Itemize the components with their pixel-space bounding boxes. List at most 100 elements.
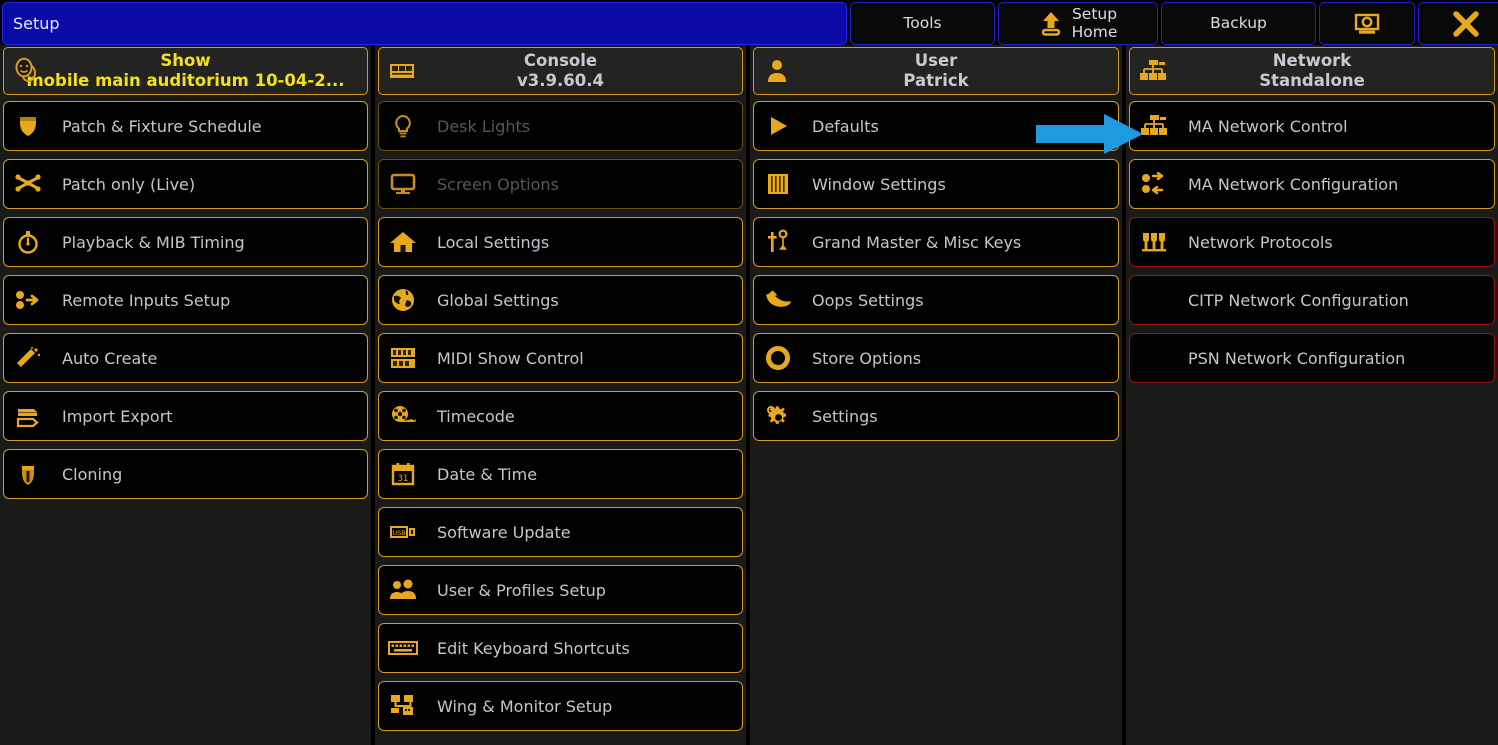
column-header-user[interactable]: User Patrick: [753, 47, 1119, 95]
menu-item-network-protocols[interactable]: Network Protocols: [1129, 217, 1495, 267]
column-heading: Show: [160, 50, 211, 70]
column-header-network[interactable]: Network Standalone: [1129, 47, 1495, 95]
menu-item-label: Timecode: [437, 406, 515, 426]
menu-item-label: Network Protocols: [1188, 232, 1333, 252]
magic-wand-icon: [4, 334, 52, 382]
monitor-icon: [379, 160, 427, 208]
menu-item-label: Auto Create: [62, 348, 158, 368]
lightbulb-icon: [379, 102, 427, 150]
shield-patch-icon: [4, 102, 52, 150]
calendar-icon: 31: [379, 450, 427, 498]
column-heading: Console: [523, 50, 598, 70]
column-heading: Network: [1272, 50, 1352, 70]
column-header-console[interactable]: Console v3.9.60.4: [378, 47, 743, 95]
menu-item-user-profiles-setup[interactable]: User & Profiles Setup: [378, 565, 743, 615]
menu-item-remote-inputs-setup[interactable]: Remote Inputs Setup: [3, 275, 368, 325]
menu-item-wing-monitor-setup[interactable]: Wing & Monitor Setup: [378, 681, 743, 731]
menu-item-label: Global Settings: [437, 290, 559, 310]
setup-columns: Show mobile main auditorium 10-04-2... P…: [0, 45, 1498, 745]
menu-item-label: User & Profiles Setup: [437, 580, 606, 600]
column-show: Show mobile main auditorium 10-04-2... P…: [0, 45, 371, 745]
menu-item-label: Store Options: [812, 348, 922, 368]
menu-item-label: Oops Settings: [812, 290, 924, 310]
menu-item-ma-network-configuration[interactable]: MA Network Configuration: [1129, 159, 1495, 209]
menu-item-screen-options[interactable]: Screen Options: [378, 159, 743, 209]
menu-item-label: MA Network Configuration: [1188, 174, 1399, 194]
tools-button[interactable]: Tools: [850, 2, 995, 45]
menu-item-local-settings[interactable]: Local Settings: [378, 217, 743, 267]
menu-item-patch-fixture-schedule[interactable]: Patch & Fixture Schedule: [3, 101, 368, 151]
column-network: Network Standalone MA Network Control MA…: [1126, 45, 1498, 745]
menu-item-midi-show-control[interactable]: MIDI Show Control: [378, 333, 743, 383]
menu-item-psn-network-configuration[interactable]: PSN Network Configuration: [1129, 333, 1495, 383]
menu-item-edit-keyboard-shortcuts[interactable]: Edit Keyboard Shortcuts: [378, 623, 743, 673]
cloning-icon: [4, 450, 52, 498]
menu-item-label: Patch & Fixture Schedule: [62, 116, 262, 136]
menu-item-label: Desk Lights: [437, 116, 531, 136]
user-person-icon: [762, 56, 792, 86]
menu-item-cloning[interactable]: Cloning: [3, 449, 368, 499]
menu-item-ma-network-control[interactable]: MA Network Control: [1129, 101, 1495, 151]
menu-item-grand-master-misc-keys[interactable]: Grand Master & Misc Keys: [753, 217, 1119, 267]
menu-item-label: Date & Time: [437, 464, 538, 484]
menu-item-software-update[interactable]: USB Software Update: [378, 507, 743, 557]
undo-arrow-icon: [754, 276, 802, 324]
svg-text:USB: USB: [392, 529, 405, 537]
menu-item-playback-mib-timing[interactable]: Playback & MIB Timing: [3, 217, 368, 267]
store-ring-icon: [754, 334, 802, 382]
wing-monitor-icon: [379, 682, 427, 730]
column-subheading: Standalone: [1259, 71, 1365, 90]
menu-item-global-settings[interactable]: Global Settings: [378, 275, 743, 325]
column-subheading: v3.9.60.4: [517, 71, 604, 90]
menu-item-defaults[interactable]: Defaults: [753, 101, 1119, 151]
setup-home-label-line1: Setup: [1071, 4, 1118, 23]
close-button[interactable]: [1418, 2, 1498, 45]
menu-item-label: PSN Network Configuration: [1188, 348, 1406, 368]
menu-item-label: Local Settings: [437, 232, 550, 252]
import-export-icon: [4, 392, 52, 440]
screenshot-button[interactable]: [1319, 2, 1415, 45]
setup-home-label-line2: Home: [1071, 22, 1118, 41]
up-arrow-home-icon: [1039, 11, 1063, 37]
menu-item-store-options[interactable]: Store Options: [753, 333, 1119, 383]
menu-item-label: Remote Inputs Setup: [62, 290, 231, 310]
backup-button[interactable]: Backup: [1161, 2, 1316, 45]
camera-icon: [1354, 12, 1380, 36]
backup-label: Backup: [1210, 13, 1267, 32]
menu-item-label: Wing & Monitor Setup: [437, 696, 613, 716]
titlebar: Setup Tools Setup Home Backup: [0, 0, 1498, 45]
film-reel-icon: [379, 392, 427, 440]
menu-item-settings[interactable]: Settings: [753, 391, 1119, 441]
remote-inputs-icon: [4, 276, 52, 324]
menu-item-label: Defaults: [812, 116, 879, 136]
stopwatch-icon: [4, 218, 52, 266]
bowtie-patch-icon: [4, 160, 52, 208]
column-subheading: Patrick: [903, 71, 969, 90]
column-header-show[interactable]: Show mobile main auditorium 10-04-2...: [3, 47, 368, 95]
midi-icon: [379, 334, 427, 382]
menu-item-timecode[interactable]: Timecode: [378, 391, 743, 441]
close-x-icon: [1452, 10, 1480, 38]
menu-item-desk-lights[interactable]: Desk Lights: [378, 101, 743, 151]
menu-item-label: Patch only (Live): [62, 174, 196, 194]
column-subheading: mobile main auditorium 10-04-2...: [26, 71, 345, 90]
menu-item-oops-settings[interactable]: Oops Settings: [753, 275, 1119, 325]
menu-item-import-export[interactable]: Import Export: [3, 391, 368, 441]
menu-item-window-settings[interactable]: Window Settings: [753, 159, 1119, 209]
menu-item-label: Cloning: [62, 464, 123, 484]
setup-home-button[interactable]: Setup Home: [998, 2, 1158, 45]
menu-item-auto-create[interactable]: Auto Create: [3, 333, 368, 383]
window-title: Setup: [13, 14, 60, 33]
window-title-field[interactable]: Setup: [2, 2, 847, 45]
protocols-icon: [1130, 218, 1178, 266]
menu-item-citp-network-configuration[interactable]: CITP Network Configuration: [1129, 275, 1495, 325]
menu-item-label: Playback & MIB Timing: [62, 232, 245, 252]
menu-item-label: Screen Options: [437, 174, 559, 194]
theatre-masks-icon: [12, 56, 42, 86]
house-icon: [379, 218, 427, 266]
menu-item-date-time[interactable]: 31 Date & Time: [378, 449, 743, 499]
window-columns-icon: [754, 160, 802, 208]
svg-text:31: 31: [398, 474, 409, 484]
menu-item-label: Grand Master & Misc Keys: [812, 232, 1022, 252]
menu-item-patch-only-live[interactable]: Patch only (Live): [3, 159, 368, 209]
